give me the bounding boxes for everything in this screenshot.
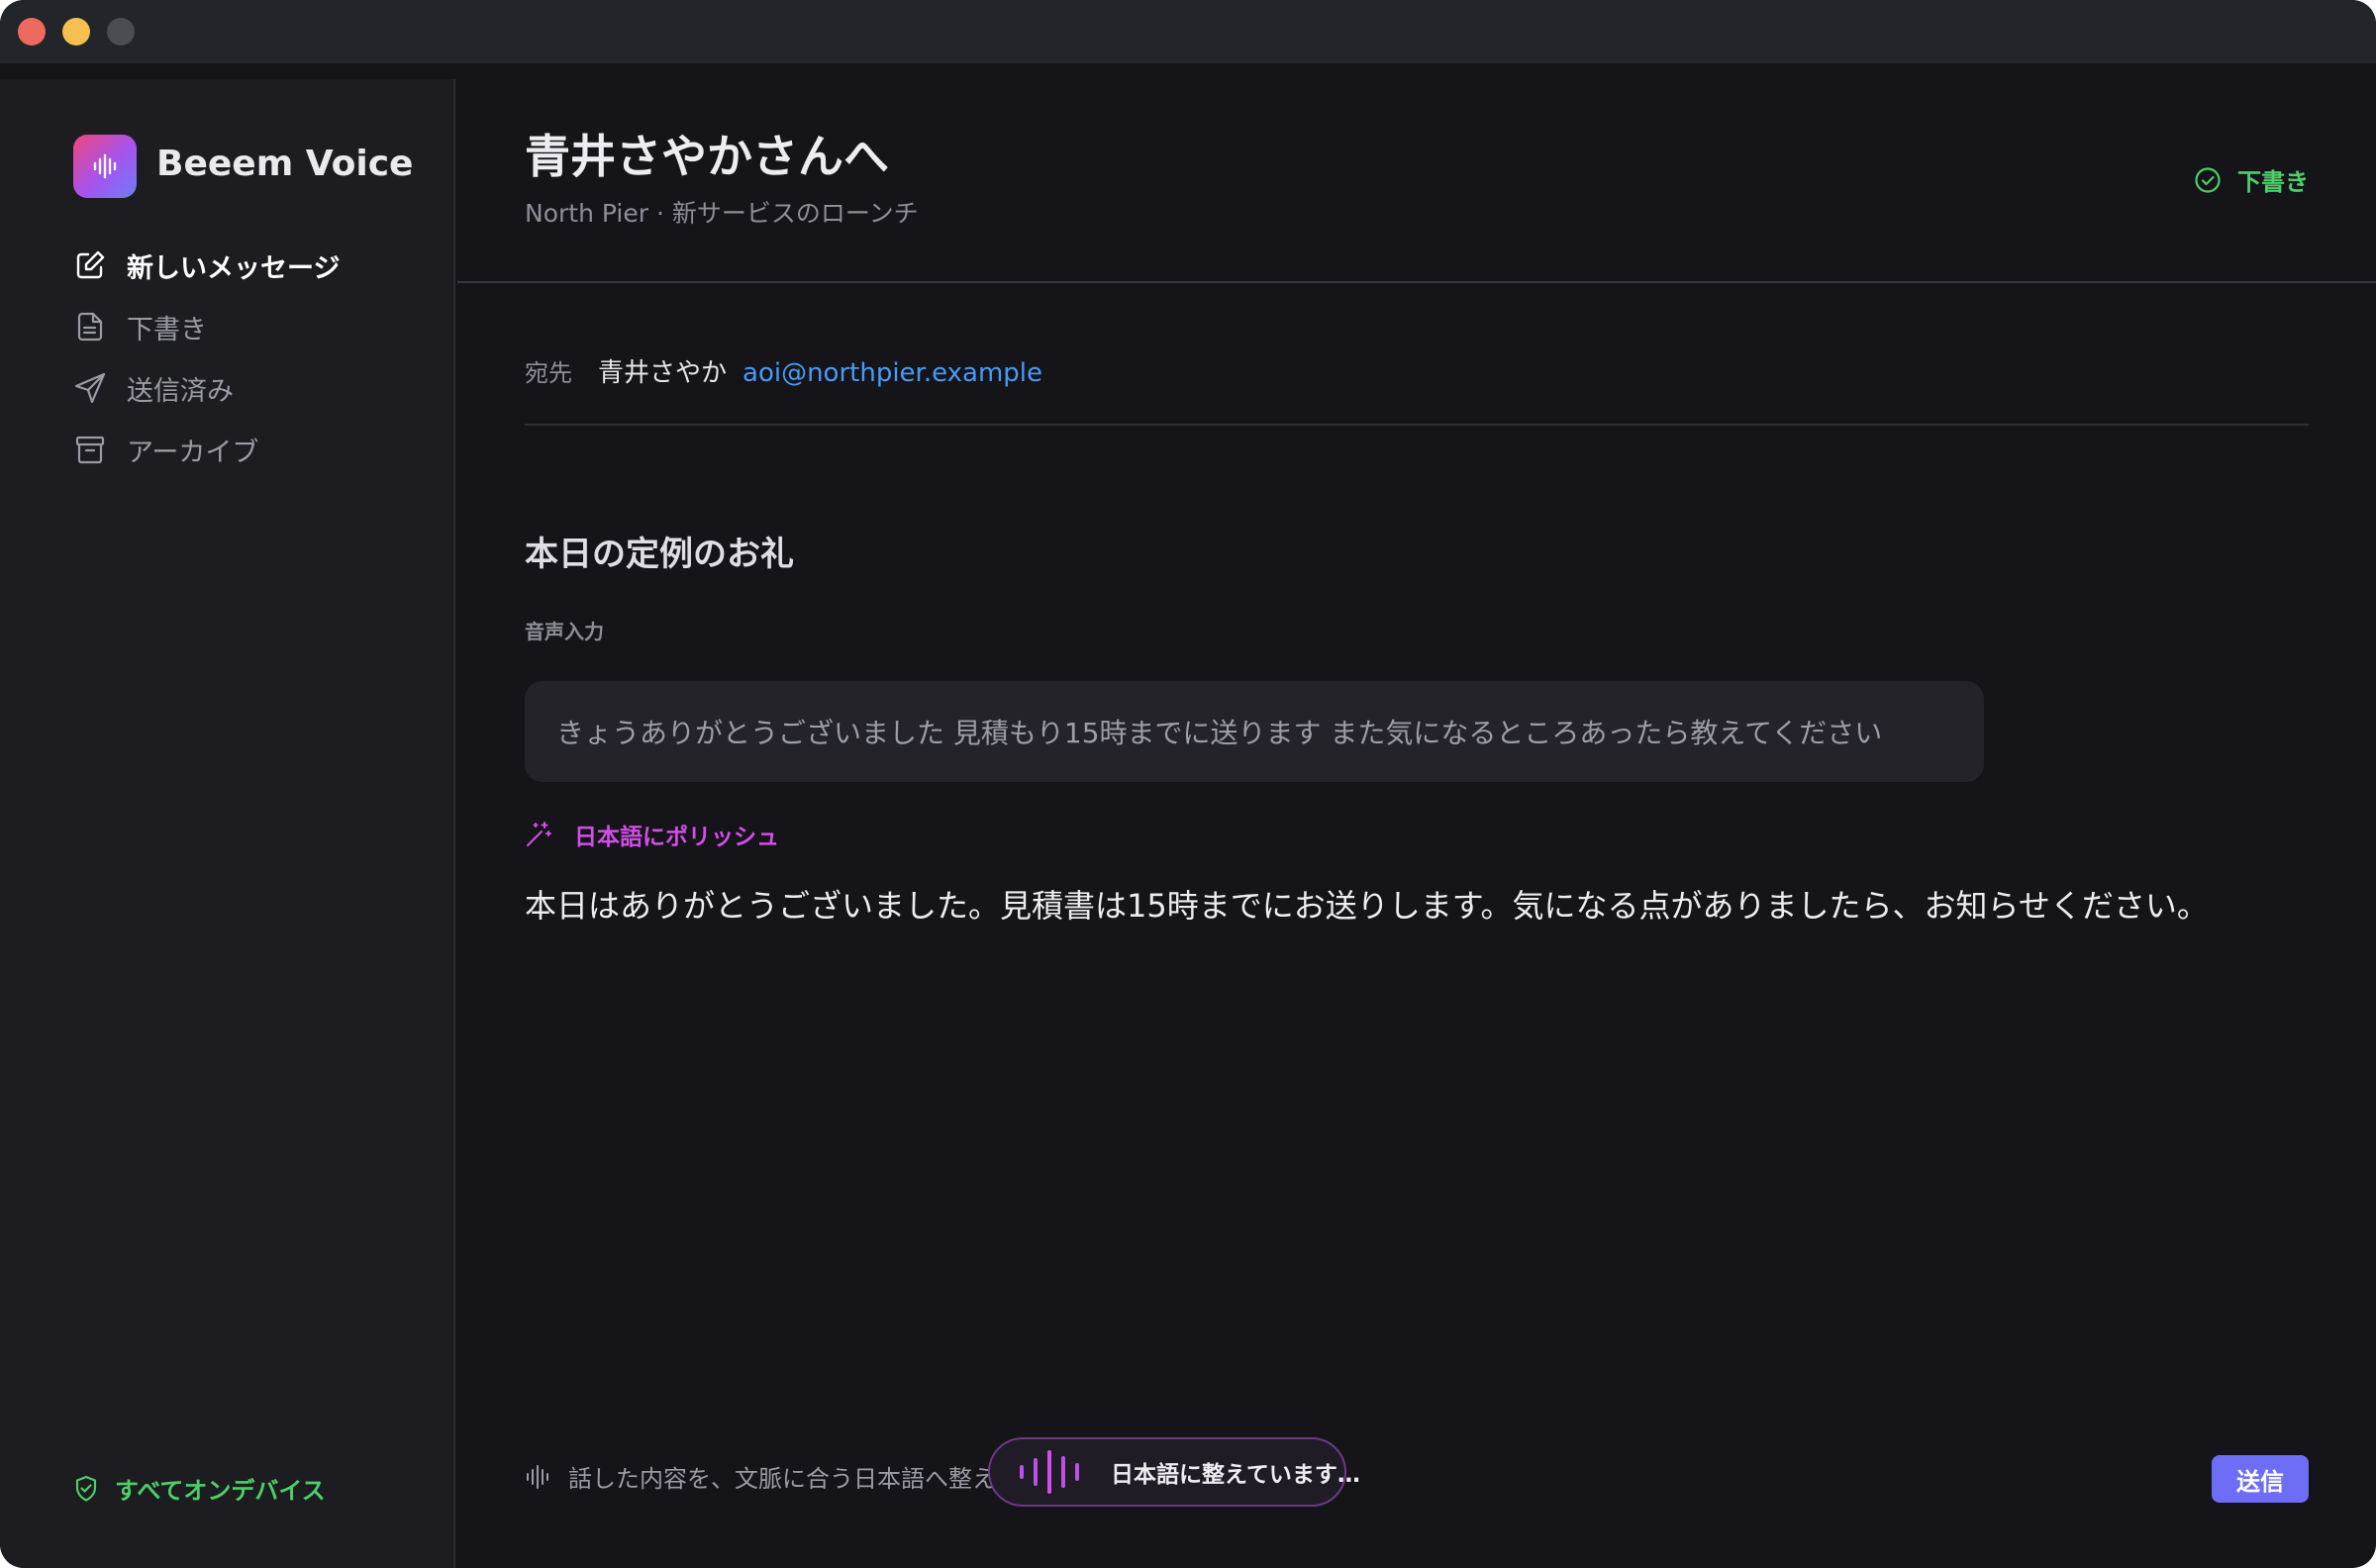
sidebar-item-new-message[interactable]: 新しいメッセージ xyxy=(73,242,340,289)
send-icon xyxy=(73,371,107,405)
document-icon xyxy=(73,310,107,343)
on-device-label: すべてオンデバイス xyxy=(115,1477,326,1505)
sidebar-item-label: 下書き xyxy=(127,314,207,345)
archive-icon xyxy=(73,433,107,466)
voice-transcript-box: きょうありがとうございました 見積もり15時までに送ります また気になるところあ… xyxy=(525,681,1984,782)
to-label: 宛先 xyxy=(525,359,572,387)
page-subtitle: North Pier · 新サービスのローンチ xyxy=(525,199,919,228)
sidebar-item-drafts[interactable]: 下書き xyxy=(73,303,207,350)
audio-waveform-icon xyxy=(1018,1449,1089,1495)
polish-label: 日本語にポリッシュ xyxy=(574,825,779,850)
header-divider xyxy=(457,281,2376,283)
zoom-window-button[interactable] xyxy=(107,18,135,46)
sidebar-item-label: 送信済み xyxy=(127,375,234,407)
compose-pane: 青井さやかさんへ North Pier · 新サービスのローンチ 下書き 宛先 … xyxy=(457,63,2376,1568)
app-logo xyxy=(73,135,137,198)
page-title: 青井さやかさんへ xyxy=(525,130,889,183)
title-bar xyxy=(0,0,2376,63)
recipient-email-link[interactable]: aoi@northpier.example xyxy=(742,358,1042,388)
recipient-divider xyxy=(525,424,2309,426)
footer-hint-text: 話した内容を、文脈に合う日本語へ整え xyxy=(568,1465,996,1493)
polish-button[interactable]: 日本語にポリッシュ xyxy=(525,818,779,851)
close-window-button[interactable] xyxy=(18,18,46,46)
polished-message-body[interactable]: 本日はありがとうございました。見積書は15時までにお送りします。気になる点があり… xyxy=(525,881,2209,927)
minimize-window-button[interactable] xyxy=(62,18,90,46)
processing-label: 日本語に整えています… xyxy=(1111,1462,1360,1488)
raw-transcript: きょうありがとうございました 見積もり15時までに送ります また気になるところあ… xyxy=(556,717,1883,749)
message-subject[interactable]: 本日の定例のお礼 xyxy=(525,527,794,575)
draft-status: 下書き xyxy=(2194,162,2309,197)
on-device-status: すべてオンデバイス xyxy=(73,1471,326,1506)
recipient-row: 宛先 青井さやか aoi@northpier.example xyxy=(525,352,1042,389)
sidebar: Beeem Voice 新しいメッセージ 下書き 送信済み アーカイブ すべてオ… xyxy=(0,79,455,1568)
compose-icon xyxy=(73,248,107,282)
sidebar-item-label: アーカイブ xyxy=(127,437,259,468)
waveform-icon xyxy=(93,153,117,179)
magic-wand-icon xyxy=(525,821,552,848)
draft-status-label: 下書き xyxy=(2237,168,2309,196)
app-name: Beeem Voice xyxy=(156,144,414,184)
footer-hint: 話した内容を、文脈に合う日本語へ整え xyxy=(525,1459,996,1494)
check-circle-icon xyxy=(2194,166,2222,194)
voice-input-label: 音声入力 xyxy=(525,620,604,643)
sidebar-item-label: 新しいメッセージ xyxy=(127,252,341,284)
sidebar-item-archive[interactable]: アーカイブ xyxy=(73,426,258,473)
app-window: Beeem Voice 新しいメッセージ 下書き 送信済み アーカイブ すべてオ… xyxy=(0,0,2376,1568)
send-button[interactable]: 送信 xyxy=(2212,1455,2309,1503)
recipient-name: 青井さやか xyxy=(598,358,728,388)
sidebar-item-sent[interactable]: 送信済み xyxy=(73,364,234,412)
waveform-icon xyxy=(525,1463,550,1491)
processing-indicator: 日本語に整えています… xyxy=(988,1437,1360,1507)
shield-check-icon xyxy=(73,1475,99,1503)
